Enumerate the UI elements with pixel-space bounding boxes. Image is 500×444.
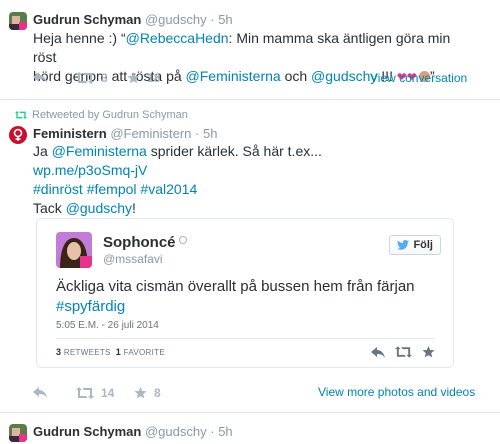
tweet-text-part: och: [280, 68, 312, 84]
hashtag-link[interactable]: #spyfärdig: [56, 298, 125, 315]
tweet-text: Ja @Feministerna sprider kärlek. Så här …: [33, 142, 473, 218]
twitter-bird-icon: [397, 240, 410, 250]
avatar-gudrun[interactable]: [9, 12, 27, 30]
retweet-action[interactable]: 14: [76, 386, 114, 400]
timestamp[interactable]: 5h: [203, 126, 217, 141]
separator: ·: [210, 12, 215, 27]
favorite-count: 18: [147, 71, 161, 85]
hashtag-link[interactable]: #fempol: [87, 181, 137, 197]
embedded-text-body: Äckliga vita cismän överallt på bussen h…: [56, 278, 415, 295]
embedded-divider: [56, 338, 434, 339]
author-handle[interactable]: @gudschy: [145, 424, 207, 439]
favorite-count: 8: [154, 386, 161, 400]
embedded-actions: [371, 346, 435, 358]
mention-link[interactable]: @gudschy: [66, 200, 132, 216]
retweet-icon[interactable]: [395, 346, 412, 358]
hashtag-link[interactable]: #dinröst: [33, 181, 83, 197]
retweet-icon: [76, 387, 94, 399]
tweet-text-part: sprider kärlek. Så här t.ex...: [146, 143, 322, 159]
author-name[interactable]: Feministern: [33, 126, 107, 141]
follow-button[interactable]: Följ: [389, 235, 441, 255]
mention-link[interactable]: @Feministerna: [186, 68, 281, 84]
retweet-count: 3: [101, 71, 108, 85]
favorite-action[interactable]: 18: [127, 71, 160, 85]
retweet-badge-icon: [15, 111, 27, 119]
divider: [0, 412, 500, 413]
tweet-text-part: Heja henne :) “: [33, 30, 126, 46]
embedded-text: Äckliga vita cismän överallt på bussen h…: [56, 277, 436, 317]
embedded-retweets-label[interactable]: RETWEETS: [64, 348, 111, 357]
mention-link[interactable]: @gudschy: [311, 68, 377, 84]
favorite-action[interactable]: 8: [134, 386, 161, 400]
star-icon[interactable]: [422, 346, 435, 358]
tweet-text-part: hörd genom att rösta på: [33, 68, 186, 84]
separator: ·: [210, 424, 215, 439]
embedded-author-name[interactable]: Sophoncé: [103, 234, 176, 251]
author-name[interactable]: Gudrun Schyman: [33, 424, 141, 439]
avatar-feministern[interactable]: [9, 126, 27, 144]
hashtag-link[interactable]: #val2014: [140, 181, 197, 197]
retweet-icon: [76, 72, 94, 84]
separator: ·: [195, 126, 200, 141]
embedded-favorites-label[interactable]: FAVORITE: [124, 348, 165, 357]
url-link[interactable]: wp.me/p3oSmq-jV: [33, 162, 147, 178]
mention-link[interactable]: @RebeccaHedn: [126, 30, 229, 46]
embedded-author: Sophoncé @mssafavi: [103, 234, 187, 266]
reply-icon[interactable]: [371, 346, 385, 358]
retweet-count: 14: [101, 386, 115, 400]
star-icon: [127, 72, 140, 84]
follow-label: Följ: [413, 239, 433, 251]
author-handle[interactable]: @Feministern: [110, 126, 191, 141]
retweeted-by-row: Retweeted by Gudrun Schyman: [15, 109, 188, 121]
embedded-author-handle[interactable]: @mssafavi: [103, 252, 187, 266]
retweeted-by-label[interactable]: Retweeted by Gudrun Schyman: [32, 109, 188, 121]
reply-action[interactable]: [33, 72, 47, 83]
embedded-favorites-count[interactable]: 1: [116, 347, 121, 357]
embedded-tweet-card[interactable]: Sophoncé @mssafavi Följ Äckliga vita cis…: [36, 218, 454, 368]
reply-action[interactable]: [33, 387, 47, 398]
reply-icon: [33, 387, 47, 398]
verified-ring-icon: [178, 235, 187, 244]
view-conversation-link[interactable]: View conversation: [370, 71, 467, 85]
star-icon: [134, 387, 147, 399]
tweet-text-part: Ja: [33, 143, 52, 159]
tweet-header: Gudrun Schyman @gudschy · 5h: [33, 424, 233, 439]
view-photos-link[interactable]: View more photos and videos: [318, 385, 475, 399]
embedded-stats: 3 RETWEETS 1 FAVORITE: [56, 347, 165, 357]
reply-icon: [33, 72, 47, 83]
mention-link[interactable]: @Feministerna: [52, 143, 147, 159]
timestamp[interactable]: 5h: [218, 12, 232, 27]
retweet-action[interactable]: 3: [76, 71, 108, 85]
tweet-text-part: !: [132, 200, 136, 216]
tweet-header: Feministern @Feministern · 5h: [33, 126, 217, 141]
divider: [0, 99, 500, 100]
tweet-text-part: Tack: [33, 200, 66, 216]
avatar-gudrun[interactable]: [9, 424, 27, 442]
tweet-header: Gudrun Schyman @gudschy · 5h: [33, 12, 233, 27]
timestamp[interactable]: 5h: [218, 424, 232, 439]
embedded-retweets-count[interactable]: 3: [56, 347, 61, 357]
author-handle[interactable]: @gudschy: [145, 12, 207, 27]
embedded-timestamp[interactable]: 5:05 E.M. - 26 juli 2014: [56, 320, 159, 331]
author-name[interactable]: Gudrun Schyman: [33, 12, 141, 27]
avatar-sophonce[interactable]: [56, 232, 92, 268]
